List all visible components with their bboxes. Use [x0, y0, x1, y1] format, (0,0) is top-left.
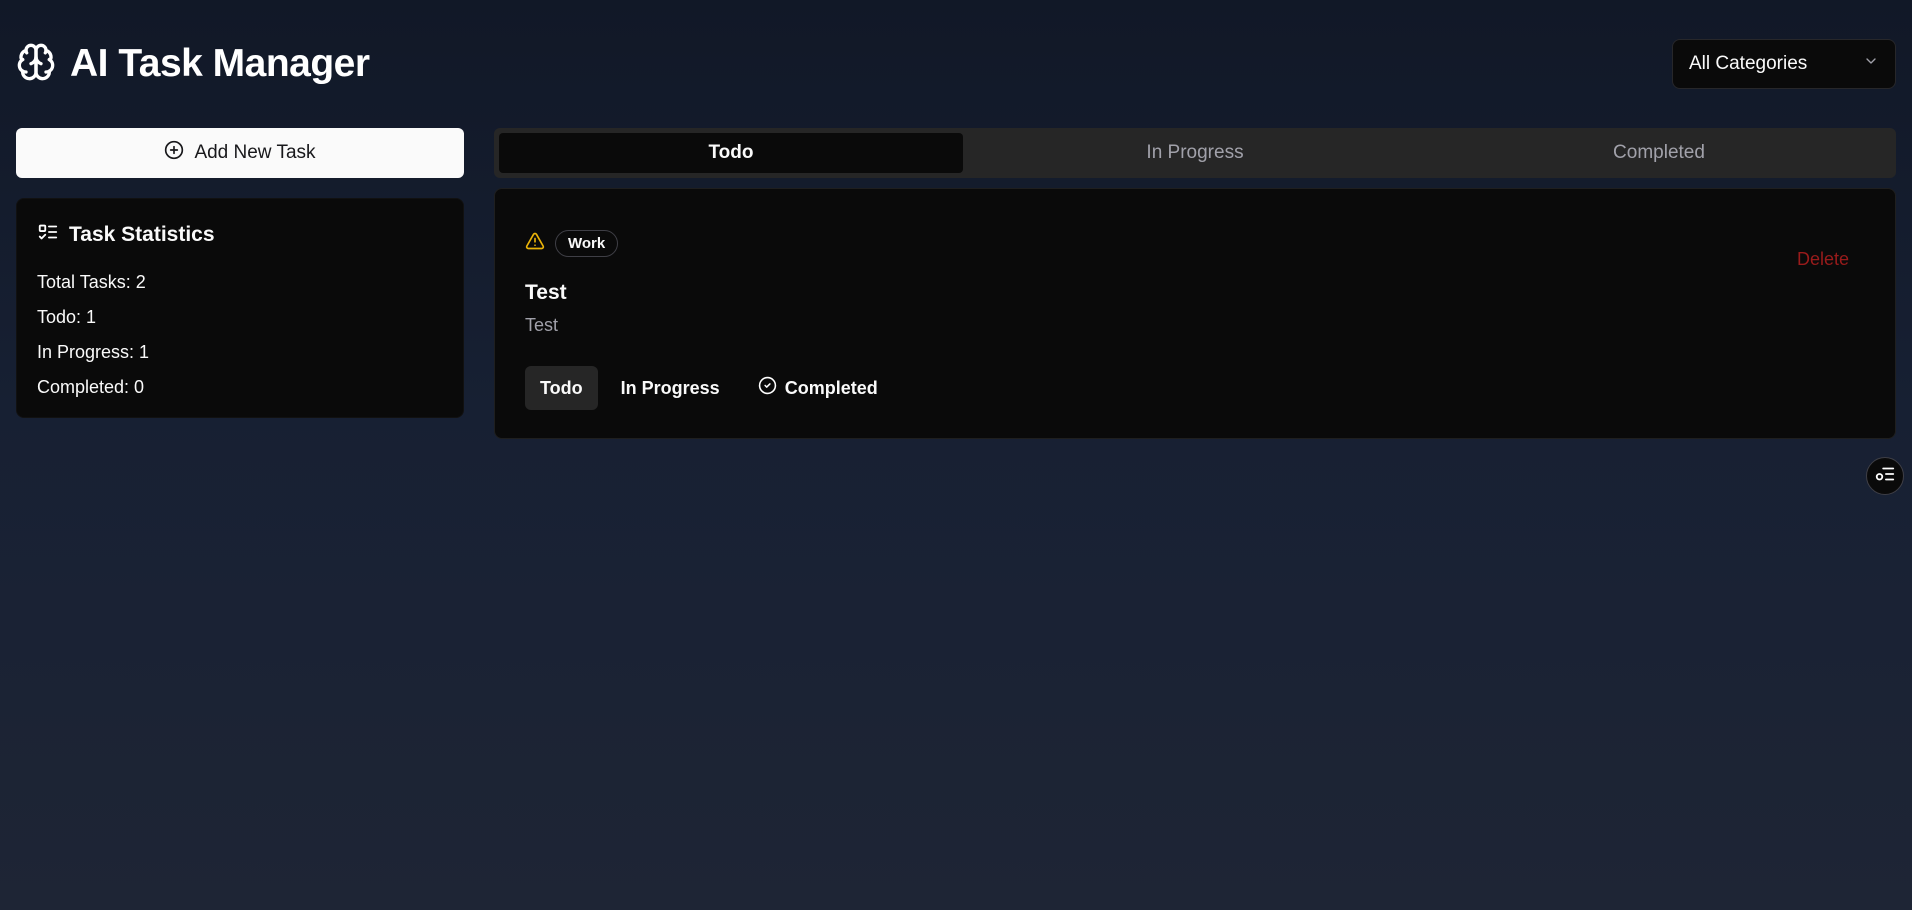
status-in-progress-button[interactable]: In Progress: [606, 366, 735, 410]
main-content: Todo In Progress Completed Work Delete T…: [494, 128, 1896, 439]
status-in-progress-label: In Progress: [620, 377, 720, 398]
task-status-buttons: Todo In Progress Completed: [525, 366, 1865, 410]
status-tabs: Todo In Progress Completed: [494, 128, 1896, 178]
header: AI Task Manager All Categories: [16, 36, 1896, 92]
stat-total-tasks: Total Tasks: 2: [37, 272, 146, 292]
tab-in-progress[interactable]: In Progress: [963, 133, 1427, 173]
status-todo-button[interactable]: Todo: [525, 366, 598, 410]
list-todo-icon: [37, 221, 59, 249]
stat-in-progress: In Progress: 1: [37, 342, 150, 362]
tab-todo[interactable]: Todo: [499, 133, 963, 173]
chevron-down-icon: [1863, 53, 1879, 75]
task-card-meta: Work: [525, 230, 1865, 257]
brain-icon: [16, 42, 56, 87]
status-completed-button[interactable]: Completed: [743, 366, 893, 410]
alert-triangle-icon: [525, 231, 545, 256]
stat-completed: Completed: 0: [37, 377, 145, 397]
tab-completed[interactable]: Completed: [1427, 133, 1891, 173]
category-select-value: All Categories: [1689, 53, 1808, 74]
task-statistics-card: Task Statistics Total Tasks: 2 Todo: 1 I…: [16, 198, 464, 418]
category-badge: Work: [555, 230, 619, 257]
status-completed-label: Completed: [784, 377, 878, 398]
add-new-task-label: Add New Task: [194, 142, 316, 163]
floating-action-button[interactable]: [1866, 457, 1904, 495]
sidebar: Add New Task Task Statistics Total Tasks…: [16, 128, 464, 418]
list-settings-icon: [1874, 463, 1896, 490]
task-title: Test: [525, 281, 567, 304]
task-statistics-title: Task Statistics: [69, 223, 215, 246]
status-todo-label: Todo: [540, 377, 583, 398]
delete-button[interactable]: Delete: [1797, 249, 1849, 270]
task-card: Work Delete Test Test Todo In Progress C…: [494, 188, 1896, 439]
plus-circle-icon: [164, 140, 184, 166]
stat-todo: Todo: 1: [37, 307, 97, 327]
page-title: AI Task Manager: [70, 42, 370, 85]
check-circle-icon: [758, 376, 777, 400]
brand: AI Task Manager: [16, 42, 370, 87]
category-select[interactable]: All Categories: [1672, 39, 1896, 89]
task-description: Test: [525, 315, 559, 335]
task-statistics-header: Task Statistics: [37, 221, 443, 249]
add-new-task-button[interactable]: Add New Task: [16, 128, 464, 178]
